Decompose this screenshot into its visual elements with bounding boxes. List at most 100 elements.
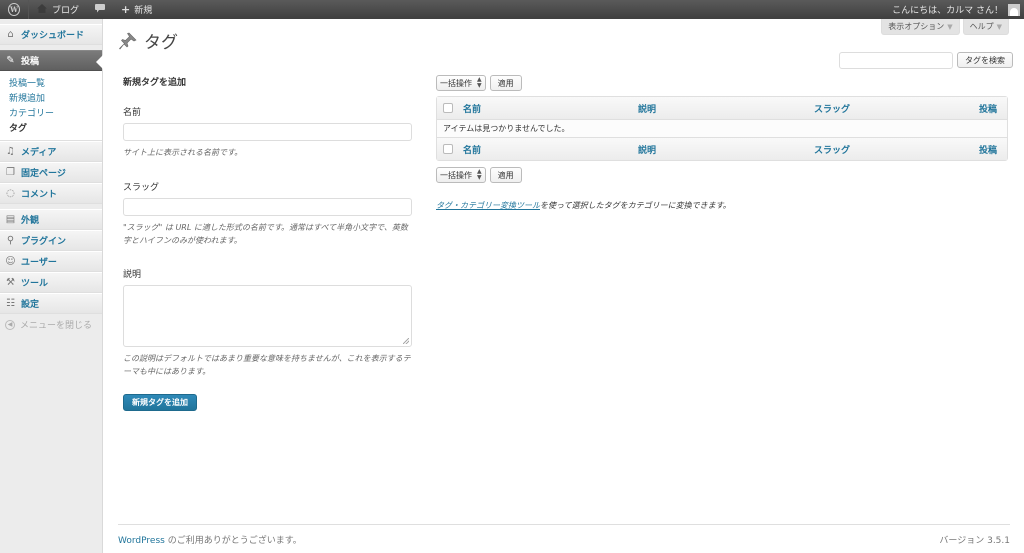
main-content: 表示オプション ▼ ヘルプ ▼ タグ タグを検索 新規タグを追加 名前 サイト上… [104,19,1024,553]
collapse-arrow-icon: ◀ [5,319,15,330]
pushpin-icon [118,31,138,51]
table-header-row: 名前 説明 スラッグ 投稿 [437,97,1007,120]
posts-submenu: 投稿一覧 新規追加 カテゴリー タグ [0,71,102,141]
menu-item-comments[interactable]: ◌ コメント [0,183,102,204]
apply-button[interactable]: 適用 [489,75,522,91]
no-items-message: アイテムは見つかりませんでした。 [437,120,1007,137]
menu-item-media[interactable]: ♫ メディア [0,141,102,162]
menu-label: 設定 [21,300,40,310]
submenu-item-all-posts[interactable]: 投稿一覧 [0,75,102,90]
menu-item-plugins[interactable]: ⚲ プラグイン [0,230,102,251]
menu-label: 固定ページ [21,169,66,179]
admin-bar: W ブログ + 新規 こんにちは、カルマ さん！ [0,0,1024,19]
menu-label: ツール [21,279,49,289]
screen-options-label: 表示オプション [888,22,945,31]
tag-description-textarea[interactable] [123,285,412,347]
tag-name-input[interactable] [123,123,412,141]
column-footer-slug[interactable]: スラッグ [814,143,937,156]
tag-search-box: タグを検索 [839,52,1013,69]
converter-note: タグ・カテゴリー変換ツールを使って選択したタグをカテゴリーに変換できます。 [436,200,1008,211]
wordpress-logo-menu[interactable]: W [0,0,28,19]
menu-label: ダッシュボード [21,31,85,41]
collapse-menu-button[interactable]: ◀ メニューを閉じる [0,314,102,335]
admin-menu: ⌂ ダッシュボード ✎ 投稿 投稿一覧 新規追加 カテゴリー タグ ♫ メディア… [0,19,103,553]
slug-help-text: "スラッグ" は URL に適した形式の名前です。通常はすべて半角小文字で、英数… [123,223,408,245]
column-footer-name[interactable]: 名前 [463,143,638,156]
collapse-menu-label: メニューを閉じる [20,321,93,331]
menu-item-dashboard[interactable]: ⌂ ダッシュボード [0,24,102,45]
search-tags-button[interactable]: タグを検索 [957,52,1013,68]
screen-options-tab[interactable]: 表示オプション ▼ [881,19,960,35]
plus-icon: + [121,3,131,16]
greeting-text: こんにちは、カルマ さん！ [892,6,1003,16]
footer: WordPress のご利用ありがとうございます。 バージョン 3.5.1 [118,524,1010,553]
menu-item-settings[interactable]: ☷ 設定 [0,293,102,314]
menu-label: ユーザー [21,258,57,268]
comment-bubble-icon [95,3,106,16]
plugin-icon: ⚲ [6,235,15,246]
chevron-down-icon: ▼ [996,22,1002,31]
menu-item-appearance[interactable]: ▤ 外観 [0,209,102,230]
form-heading: 新規タグを追加 [123,78,187,88]
submenu-item-add-new[interactable]: 新規追加 [0,90,102,105]
screen-meta-links: 表示オプション ▼ ヘルプ ▼ [881,19,1009,35]
tag-category-converter-link[interactable]: タグ・カテゴリー変換ツール [436,201,540,210]
page-title: タグ [144,33,178,53]
bulk-action-select[interactable]: 一括操作 ▲ ▼ [436,167,486,183]
menu-label: プラグイン [21,237,67,247]
select-all-checkbox[interactable] [443,144,453,154]
wordpress-link[interactable]: WordPress [118,536,165,546]
tag-list-panel: 一括操作 ▲ ▼ 適用 名前 説明 スラッグ 投稿 アイテムは見つかりませんでした… [436,75,1008,211]
name-help-text: サイト上に表示される名前です。 [123,148,243,157]
description-help-text: この説明はデフォルトではあまり重要な意味を持ちませんが、これを表示するテーマも中… [123,354,411,376]
name-label: 名前 [123,108,142,118]
dashboard-icon: ⌂ [7,29,14,40]
column-header-posts[interactable]: 投稿 [937,102,997,115]
select-arrows-icon: ▲ ▼ [477,168,482,181]
comments-menu[interactable] [87,0,113,19]
add-tag-form: 新規タグを追加 名前 サイト上に表示される名前です。 スラッグ "スラッグ" は… [123,75,413,411]
tablenav-bottom: 一括操作 ▲ ▼ 適用 [436,167,1008,183]
chevron-down-icon: ▼ [947,22,953,31]
menu-item-users[interactable]: ☺ ユーザー [0,251,102,272]
apply-button[interactable]: 適用 [489,167,522,183]
bulk-action-select[interactable]: 一括操作 ▲ ▼ [436,75,486,91]
select-arrows-icon: ▲ ▼ [477,76,482,89]
column-footer-posts[interactable]: 投稿 [937,143,997,156]
add-new-tag-button[interactable]: 新規タグを追加 [123,394,197,411]
footer-thanks-text: のご利用ありがとうございます。 [164,536,302,546]
users-icon: ☺ [5,256,16,267]
menu-item-tools[interactable]: ⚒ ツール [0,272,102,293]
site-name-menu[interactable]: ブログ [29,0,87,19]
submenu-item-categories[interactable]: カテゴリー [0,105,102,120]
appearance-icon: ▤ [5,214,16,225]
version-text: バージョン 3.5.1 [939,536,1010,546]
avatar [1008,3,1020,16]
column-header-name[interactable]: 名前 [463,102,638,115]
help-label: ヘルプ [969,22,994,31]
my-account-menu[interactable]: こんにちは、カルマ さん！ [884,0,1024,19]
help-tab[interactable]: ヘルプ ▼ [962,19,1009,35]
column-header-description[interactable]: 説明 [638,102,814,115]
menu-label: コメント [21,190,58,200]
comment-icon: ◌ [6,188,15,199]
description-label: 説明 [123,270,142,280]
media-icon: ♫ [6,146,15,157]
slug-label: スラッグ [123,183,160,193]
column-header-slug[interactable]: スラッグ [814,102,937,115]
tag-slug-input[interactable] [123,198,412,216]
footer-thanks: WordPress のご利用ありがとうございます。 [118,533,302,546]
submenu-item-tags[interactable]: タグ [0,120,102,135]
menu-label: 外観 [21,216,40,226]
column-footer-description[interactable]: 説明 [638,143,814,156]
menu-item-pages[interactable]: ❐ 固定ページ [0,162,102,183]
new-content-menu[interactable]: + 新規 [113,0,160,19]
table-footer-row: 名前 説明 スラッグ 投稿 [437,137,1007,160]
tools-icon: ⚒ [6,277,15,288]
wordpress-logo-icon: W [8,3,20,16]
select-all-checkbox[interactable] [443,103,453,113]
page-header: タグ [118,28,178,53]
tag-search-input[interactable] [839,52,953,69]
menu-item-posts[interactable]: ✎ 投稿 [0,50,103,71]
menu-label: 投稿 [21,57,40,67]
